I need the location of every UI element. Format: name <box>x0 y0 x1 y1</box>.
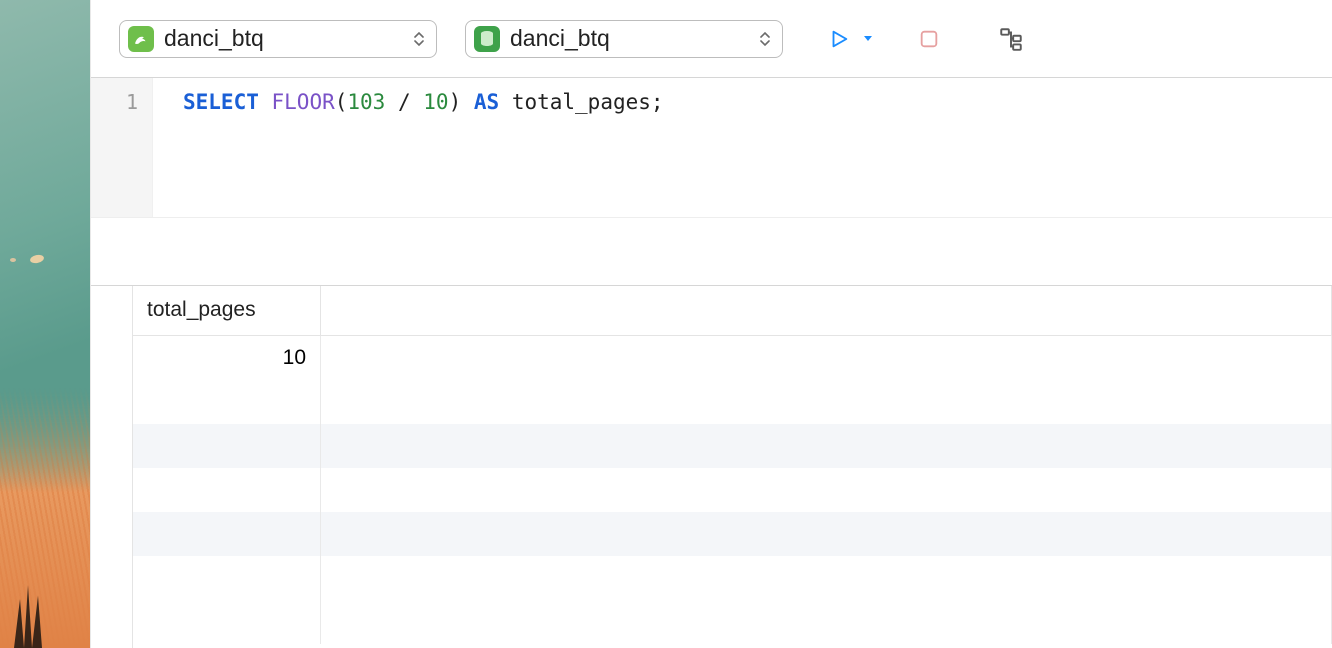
database-icon <box>474 26 500 52</box>
cell-total-pages: 10 <box>133 336 321 380</box>
results-toolbar-spacer <box>91 218 1332 286</box>
table-row[interactable] <box>133 380 1332 424</box>
row-number-column <box>91 286 133 648</box>
updown-chevron-icon <box>412 28 426 50</box>
stop-button[interactable] <box>911 21 947 57</box>
table-row[interactable] <box>133 424 1332 468</box>
explain-plan-button[interactable] <box>993 21 1029 57</box>
sql-editor-app: danci_btq danci_btq <box>90 0 1332 648</box>
line-number: 1 <box>91 90 138 114</box>
updown-chevron-icon <box>758 28 772 50</box>
mysql-connection-icon <box>128 26 154 52</box>
column-header-total-pages[interactable]: total_pages <box>133 286 321 335</box>
results-grid: total_pages 10 <box>91 286 1332 648</box>
run-button[interactable] <box>821 21 857 57</box>
table-row[interactable] <box>133 512 1332 556</box>
sql-editor[interactable]: 1 SELECT FLOOR(103 / 10) AS total_pages; <box>91 78 1332 218</box>
connection-dropdown[interactable]: danci_btq <box>119 20 437 58</box>
editor-toolbar: danci_btq danci_btq <box>91 0 1332 78</box>
schema-dropdown[interactable]: danci_btq <box>465 20 783 58</box>
run-options-chevron[interactable] <box>859 21 877 57</box>
column-header-empty <box>321 286 1332 335</box>
table-row[interactable]: 10 <box>133 336 1332 380</box>
table-row[interactable] <box>133 556 1332 600</box>
connection-label: danci_btq <box>164 25 402 52</box>
line-gutter: 1 <box>91 78 153 217</box>
results-header-row: total_pages <box>133 286 1332 336</box>
table-row[interactable] <box>133 600 1332 644</box>
schema-label: danci_btq <box>510 25 748 52</box>
sql-code-line[interactable]: SELECT FLOOR(103 / 10) AS total_pages; <box>153 78 664 217</box>
desktop-wallpaper-sliver <box>0 0 90 648</box>
table-row[interactable] <box>133 468 1332 512</box>
